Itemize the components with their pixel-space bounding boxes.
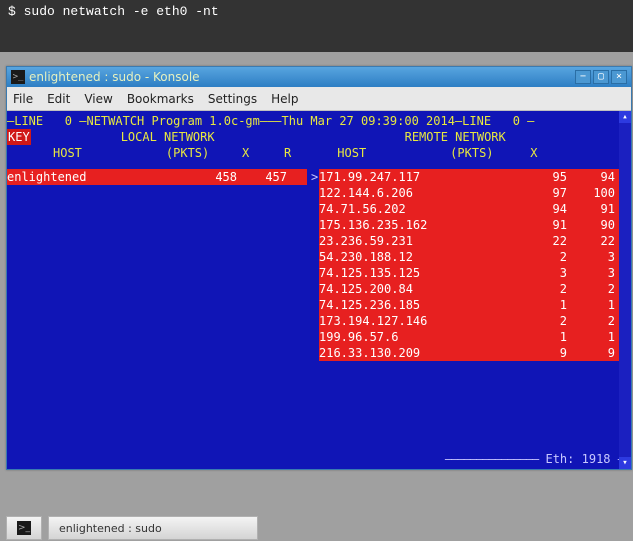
- taskbar-launcher-button[interactable]: >_: [6, 516, 42, 540]
- local-pkts: 458: [177, 169, 237, 185]
- remote-row: 173.194.127.14622: [319, 313, 619, 329]
- command-prompt: $ sudo netwatch -e eth0 -nt: [0, 0, 633, 52]
- menubar: File Edit View Bookmarks Settings Help: [7, 87, 631, 111]
- taskbar-task-label: enlightened : sudo: [59, 522, 162, 535]
- terminal-icon: >_: [17, 521, 31, 535]
- remote-pkts: 97: [507, 185, 567, 201]
- menu-view[interactable]: View: [84, 92, 112, 106]
- remote-pkts: 2: [507, 313, 567, 329]
- remote-row: 122.144.6.20697100: [319, 185, 619, 201]
- footer-eth-label: Eth:: [545, 452, 574, 466]
- konsole-window: >_ enlightened : sudo - Konsole − ▢ × Fi…: [6, 66, 632, 470]
- menu-settings[interactable]: Settings: [208, 92, 257, 106]
- col-header-host-remote: HOST: [337, 145, 366, 161]
- remote-x: 3: [567, 249, 615, 265]
- status-line: ——————————————— Eth: 1918 —: [445, 451, 625, 467]
- column-headers-row: HOST (PKTS) X R HOST (PKTS) X: [7, 145, 631, 161]
- remote-x: 1: [567, 297, 615, 313]
- remote-x: 2: [567, 281, 615, 297]
- remote-host: 74.125.200.84: [319, 281, 507, 297]
- remote-row: 216.33.130.20999: [319, 345, 619, 361]
- local-row: enlightened 458 457: [7, 169, 307, 185]
- remote-network-label: REMOTE NETWORK: [405, 129, 506, 145]
- remote-pkts: 2: [507, 249, 567, 265]
- program-header-line: —LINE 0 —NETWATCH Program 1.0c-gm———Thu …: [7, 113, 631, 129]
- terminal-icon: >_: [11, 70, 25, 84]
- remote-x: 90: [567, 217, 615, 233]
- remote-row: 23.236.59.2312222: [319, 233, 619, 249]
- remote-pkts: 2: [507, 281, 567, 297]
- remote-block: 171.99.247.1179594122.144.6.2069710074.7…: [319, 169, 619, 361]
- col-header-host-local: HOST: [53, 145, 82, 161]
- close-button[interactable]: ×: [611, 70, 627, 84]
- remote-x: 91: [567, 201, 615, 217]
- remote-host: 175.136.235.162: [319, 217, 507, 233]
- remote-pkts: 9: [507, 345, 567, 361]
- terminal-scrollbar[interactable]: ▴ ▾: [619, 111, 631, 469]
- scroll-up-button[interactable]: ▴: [619, 111, 631, 123]
- scroll-down-button[interactable]: ▾: [619, 457, 631, 469]
- remote-x: 9: [567, 345, 615, 361]
- arrow-icon: >: [311, 169, 318, 185]
- remote-pkts: 3: [507, 265, 567, 281]
- remote-row: 74.125.200.8422: [319, 281, 619, 297]
- remote-pkts: 94: [507, 201, 567, 217]
- col-header-r: R: [249, 145, 291, 161]
- remote-x: 22: [567, 233, 615, 249]
- remote-pkts: 1: [507, 329, 567, 345]
- window-title: enlightened : sudo - Konsole: [29, 70, 573, 84]
- desktop-area: >_ enlightened : sudo - Konsole − ▢ × Fi…: [0, 52, 633, 539]
- taskbar: >_ enlightened : sudo: [6, 515, 258, 541]
- maximize-button[interactable]: ▢: [593, 70, 609, 84]
- remote-host: 122.144.6.206: [319, 185, 507, 201]
- terminal-screen[interactable]: —LINE 0 —NETWATCH Program 1.0c-gm———Thu …: [7, 111, 631, 469]
- menu-bookmarks[interactable]: Bookmarks: [127, 92, 194, 106]
- remote-host: 216.33.130.209: [319, 345, 507, 361]
- window-titlebar[interactable]: >_ enlightened : sudo - Konsole − ▢ ×: [7, 67, 631, 87]
- menu-help[interactable]: Help: [271, 92, 298, 106]
- remote-row: 74.71.56.2029491: [319, 201, 619, 217]
- remote-row: 199.96.57.611: [319, 329, 619, 345]
- remote-pkts: 22: [507, 233, 567, 249]
- command-text: $ sudo netwatch -e eth0 -nt: [8, 4, 219, 19]
- remote-host: 171.99.247.117: [319, 169, 507, 185]
- remote-x: 1: [567, 329, 615, 345]
- remote-host: 199.96.57.6: [319, 329, 507, 345]
- remote-pkts: 95: [507, 169, 567, 185]
- minimize-button[interactable]: −: [575, 70, 591, 84]
- local-network-label: LOCAL NETWORK: [121, 129, 215, 145]
- remote-row: 54.230.188.1223: [319, 249, 619, 265]
- remote-pkts: 1: [507, 297, 567, 313]
- col-header-pkts-remote: (PKTS): [450, 145, 493, 161]
- remote-x: 94: [567, 169, 615, 185]
- remote-host: 54.230.188.12: [319, 249, 507, 265]
- local-host: enlightened: [7, 169, 177, 185]
- remote-row: 74.125.135.12533: [319, 265, 619, 281]
- remote-pkts: 91: [507, 217, 567, 233]
- col-header-x-local: X: [209, 145, 249, 161]
- remote-host: 74.125.236.185: [319, 297, 507, 313]
- remote-row: 171.99.247.1179594: [319, 169, 619, 185]
- key-label: KEY: [7, 129, 31, 145]
- remote-host: 173.194.127.146: [319, 313, 507, 329]
- remote-row: 74.125.236.18511: [319, 297, 619, 313]
- remote-host: 74.71.56.202: [319, 201, 507, 217]
- taskbar-task[interactable]: enlightened : sudo: [48, 516, 258, 540]
- col-header-pkts-local: (PKTS): [166, 145, 209, 161]
- remote-host: 23.236.59.231: [319, 233, 507, 249]
- section-labels-row: KEY LOCAL NETWORK REMOTE NETWORK: [7, 129, 631, 145]
- menu-edit[interactable]: Edit: [47, 92, 70, 106]
- remote-x: 2: [567, 313, 615, 329]
- remote-host: 74.125.135.125: [319, 265, 507, 281]
- footer-eth-value: 1918: [582, 452, 611, 466]
- local-x: 457: [237, 169, 287, 185]
- remote-x: 3: [567, 265, 615, 281]
- remote-row: 175.136.235.1629190: [319, 217, 619, 233]
- remote-x: 100: [567, 185, 615, 201]
- menu-file[interactable]: File: [13, 92, 33, 106]
- col-header-x-remote: X: [494, 145, 538, 161]
